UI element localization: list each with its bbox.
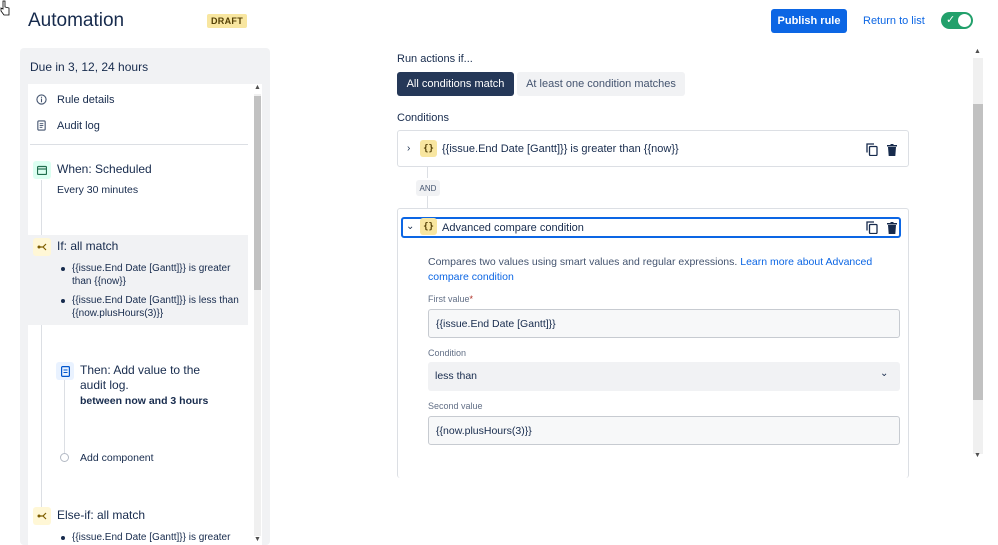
smart-value-icon: {} bbox=[420, 218, 437, 235]
if-title: If: all match bbox=[57, 239, 119, 253]
sidebar-item-rule-details[interactable]: Rule details bbox=[57, 94, 114, 106]
chevron-down-icon[interactable]: ⌄ bbox=[880, 368, 888, 379]
connector-line bbox=[427, 167, 428, 178]
sidebar-item-audit-log[interactable]: Audit log bbox=[57, 120, 100, 132]
rule-enabled-toggle[interactable]: ✓ bbox=[941, 12, 973, 29]
else-if-title[interactable]: Else-if: all match bbox=[57, 508, 145, 522]
scroll-up-icon[interactable]: ▲ bbox=[974, 48, 981, 55]
run-actions-label: Run actions if... bbox=[397, 53, 473, 65]
condition-label: Condition bbox=[428, 348, 467, 358]
smart-value-icon: {} bbox=[420, 140, 437, 157]
toggle-knob bbox=[958, 14, 971, 27]
then-title[interactable]: Then: Add value to the audit log. bbox=[80, 363, 200, 393]
condition-summary: {{issue.End Date [Gantt]}} is greater th… bbox=[442, 143, 679, 155]
connector-line bbox=[427, 196, 428, 208]
sidebar-scrollbar[interactable]: ▲ ▼ bbox=[252, 84, 262, 545]
condition-select[interactable]: less than bbox=[428, 362, 900, 391]
main-scrollbar[interactable]: ▲ ▼ bbox=[972, 48, 984, 463]
scroll-up-icon[interactable]: ▲ bbox=[254, 84, 261, 91]
else-if-condition-item: {{issue.End Date [Gantt]}} is greater bbox=[60, 532, 231, 543]
timeline-line-nested bbox=[64, 380, 65, 455]
return-to-list-link[interactable]: Return to list bbox=[863, 15, 925, 27]
all-conditions-match-option[interactable]: All conditions match bbox=[397, 72, 514, 96]
then-subtitle: between now and 3 hours bbox=[80, 395, 209, 407]
chevron-right-icon[interactable]: › bbox=[407, 143, 410, 154]
log-icon bbox=[56, 362, 74, 380]
sidebar-scrollbar-thumb[interactable] bbox=[254, 96, 261, 290]
conditions-label: Conditions bbox=[397, 112, 449, 124]
copy-icon[interactable] bbox=[866, 221, 878, 234]
trash-icon[interactable] bbox=[887, 144, 897, 156]
sidebar-divider bbox=[30, 144, 248, 145]
chevron-down-icon[interactable]: ⌄ bbox=[406, 221, 414, 232]
trigger-subtitle: Every 30 minutes bbox=[57, 184, 139, 196]
info-icon bbox=[36, 94, 47, 105]
first-value-input[interactable]: {{issue.End Date [Gantt]}} bbox=[428, 309, 900, 338]
rule-name: Due in 3, 12, 24 hours bbox=[30, 60, 149, 74]
second-value-input[interactable]: {{now.plusHours(3)}} bbox=[428, 416, 900, 445]
trash-icon[interactable] bbox=[887, 222, 897, 234]
second-value-label: Second value bbox=[428, 401, 483, 411]
hand-cursor-icon bbox=[0, 0, 10, 16]
branch-icon bbox=[33, 507, 51, 525]
trigger-title[interactable]: When: Scheduled bbox=[57, 162, 152, 176]
if-condition-item: {{issue.End Date [Gantt]}} is greater th… bbox=[60, 263, 231, 287]
timeline-line bbox=[41, 325, 42, 515]
and-badge: AND bbox=[416, 180, 440, 196]
add-component-link[interactable]: Add component bbox=[80, 452, 154, 464]
main-scrollbar-thumb[interactable] bbox=[973, 104, 983, 400]
condition-title: Advanced compare condition bbox=[442, 222, 584, 234]
add-component-dot bbox=[60, 453, 69, 462]
calendar-icon bbox=[33, 161, 51, 179]
draft-badge: DRAFT bbox=[207, 14, 247, 28]
if-condition-item: {{issue.End Date [Gantt]}} is less than … bbox=[61, 295, 239, 319]
document-icon bbox=[37, 120, 46, 131]
condition-description: Compares two values using smart values a… bbox=[428, 256, 873, 283]
scroll-down-icon[interactable]: ▼ bbox=[974, 452, 981, 459]
scroll-down-icon[interactable]: ▼ bbox=[254, 536, 261, 543]
page-title: Automation bbox=[28, 10, 125, 31]
copy-icon[interactable] bbox=[866, 143, 878, 156]
at-least-one-condition-option[interactable]: At least one condition matches bbox=[517, 72, 685, 96]
branch-icon bbox=[33, 238, 51, 256]
publish-rule-button[interactable]: Publish rule bbox=[771, 9, 847, 33]
timeline-line bbox=[41, 180, 42, 235]
check-icon: ✓ bbox=[946, 14, 956, 26]
first-value-label: First value* bbox=[428, 294, 474, 304]
